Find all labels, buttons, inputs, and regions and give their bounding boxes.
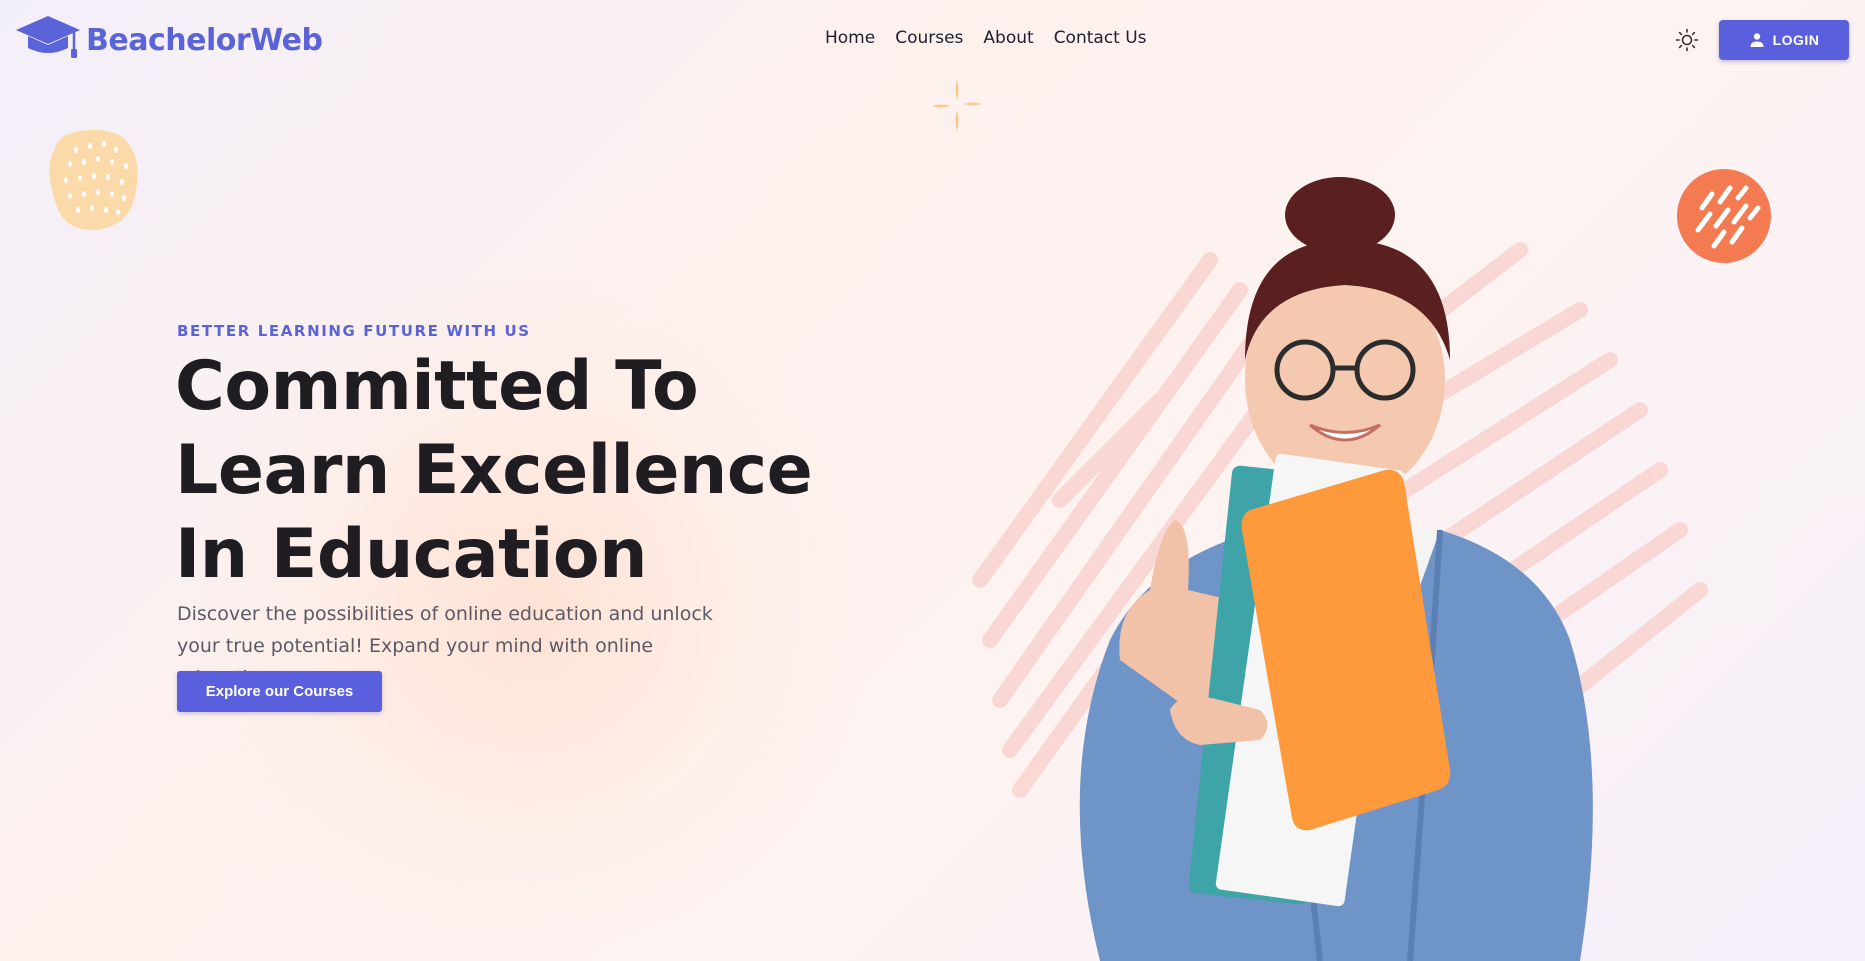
nav-item-contact-us[interactable]: Contact Us	[1054, 28, 1147, 48]
brand-name: BeachelorWeb	[86, 22, 323, 58]
brand-logo[interactable]: BeachelorWeb	[14, 14, 323, 66]
hero-title-line-1: Committed To	[175, 347, 699, 426]
nav-item-about[interactable]: About	[983, 28, 1033, 48]
main-nav: Home Courses About Contact Us	[825, 28, 1167, 48]
hero-tagline: BETTER LEARNING FUTURE WITH US	[177, 322, 531, 340]
hero-title: Committed To Learn Excellence In Educati…	[175, 345, 815, 597]
hero-title-line-2: Learn Excellence	[175, 431, 813, 510]
login-label: LOGIN	[1772, 32, 1820, 48]
explore-courses-button[interactable]: Explore our Courses	[177, 671, 382, 712]
graduation-cap-icon	[16, 16, 80, 58]
student-hero-image	[972, 177, 1708, 961]
nav-item-courses[interactable]: Courses	[895, 28, 963, 48]
nav-item-home[interactable]: Home	[825, 28, 875, 48]
login-button[interactable]: LOGIN	[1719, 20, 1849, 60]
sparkle-icon	[932, 80, 982, 131]
dotted-blob-decoration	[49, 129, 138, 231]
navbar: BeachelorWeb Home Courses About Contact …	[0, 0, 1865, 80]
hero-title-line-3: In Education	[175, 515, 648, 594]
sun-icon[interactable]	[1675, 28, 1699, 52]
user-icon	[1750, 33, 1764, 47]
